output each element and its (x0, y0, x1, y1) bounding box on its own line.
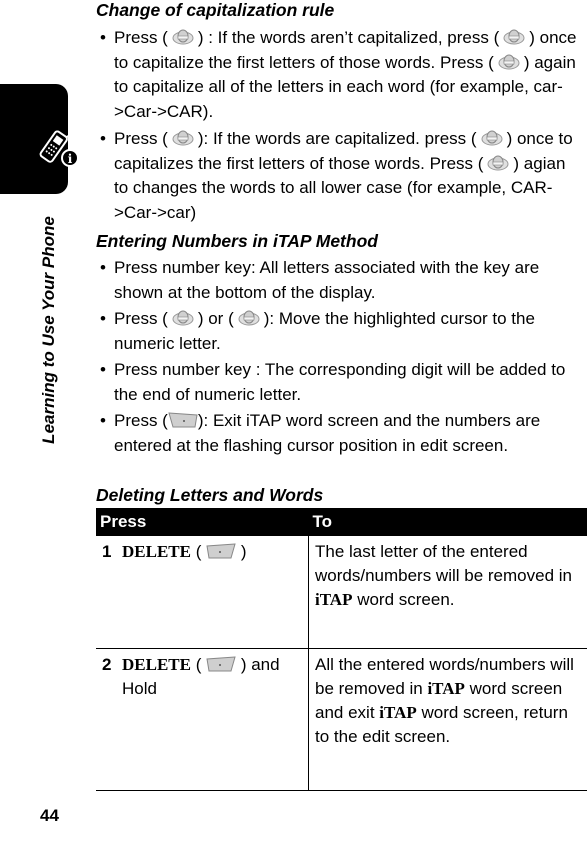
left-soft-key-icon (168, 411, 198, 429)
text: ( (190, 654, 202, 674)
text: ) and (236, 654, 280, 674)
svg-text:i: i (68, 152, 73, 166)
list-item: Press ( ) : If the words aren’t capitaliz… (96, 26, 584, 124)
table-header-row: Press To (96, 508, 587, 536)
phone-info-icon: i (39, 130, 79, 167)
text: iTAP (315, 590, 353, 609)
table-row: 2 DELETE ( ) and Hold All the entered wor… (96, 648, 587, 790)
page-number: 44 (40, 806, 59, 825)
nav-key-down-icon (172, 129, 194, 147)
to-cell: The last letter of the entered words/num… (309, 536, 587, 648)
text: Press ( (114, 411, 168, 430)
step-number: 2 (102, 654, 112, 674)
text: Press ( (114, 309, 168, 328)
text: ) or ( (197, 309, 234, 328)
nav-key-right-icon (238, 309, 260, 327)
capitalization-list: Press ( ) : If the words aren’t capitaliz… (96, 26, 584, 225)
table-row: 1 DELETE ( ) The last letter of the enter… (96, 536, 587, 648)
text: Press ( (114, 28, 168, 47)
step-number: 1 (102, 542, 112, 561)
numbers-list: Press number key: All letters associated… (96, 256, 584, 458)
nav-key-up-icon (172, 28, 194, 46)
press-cell: 1 DELETE ( ) (96, 536, 309, 648)
text: Press number key: All letters associated… (114, 258, 540, 302)
section-heading-deleting: Deleting Letters and Words (96, 485, 324, 505)
text: ( (190, 542, 202, 561)
text: Press number key : The corresponding dig… (114, 360, 566, 404)
column-header-to: To (308, 508, 587, 536)
delete-table: Press To 1 DELETE ( ) The last letter of … (96, 508, 587, 791)
chapter-title: Learning to Use Your Phone (34, 190, 64, 470)
text: iTAP (379, 702, 417, 722)
section-heading-capitalization: Change of capitalization rule (96, 0, 335, 20)
to-cell: All the entered words/numbers will be re… (309, 648, 587, 790)
list-item: Press number key: All letters associated… (96, 256, 584, 305)
key-name: DELETE (122, 542, 191, 561)
nav-key-up-icon (498, 53, 520, 71)
key-name: DELETE (122, 654, 191, 674)
page-content: Change of capitalization rule Press ( ) :… (96, 0, 584, 506)
text: iTAP (427, 678, 465, 698)
text: Hold (122, 678, 157, 698)
list-item: Press ( ): If the words are capitalized. … (96, 127, 584, 225)
list-item: Press () or (): Move the highlighted cur… (96, 307, 584, 356)
nav-key-up-icon (503, 28, 525, 46)
list-item: Press (): Exit iTAP word screen and the … (96, 409, 584, 458)
text: ) : If the words aren’t capitalized, pre… (197, 28, 500, 47)
section-heading-numbers: Entering Numbers in iTAP Method (96, 231, 378, 251)
nav-key-down-icon (481, 129, 503, 147)
text: ): If the words are capitalized. press ( (197, 129, 477, 148)
text: word screen. (352, 590, 455, 609)
nav-key-left-icon (172, 309, 194, 327)
text: The last letter of the entered words/num… (315, 542, 572, 585)
right-soft-key-icon (206, 655, 236, 673)
text: ) (236, 542, 247, 561)
chapter-title-text: Learning to Use Your Phone (39, 216, 58, 444)
column-header-press: Press (96, 508, 309, 536)
press-cell: 2 DELETE ( ) and Hold (96, 648, 309, 790)
nav-key-down-icon (487, 154, 509, 172)
text: Press ( (114, 129, 168, 148)
right-soft-key-icon (206, 542, 236, 560)
list-item: Press number key : The corresponding dig… (96, 358, 584, 407)
